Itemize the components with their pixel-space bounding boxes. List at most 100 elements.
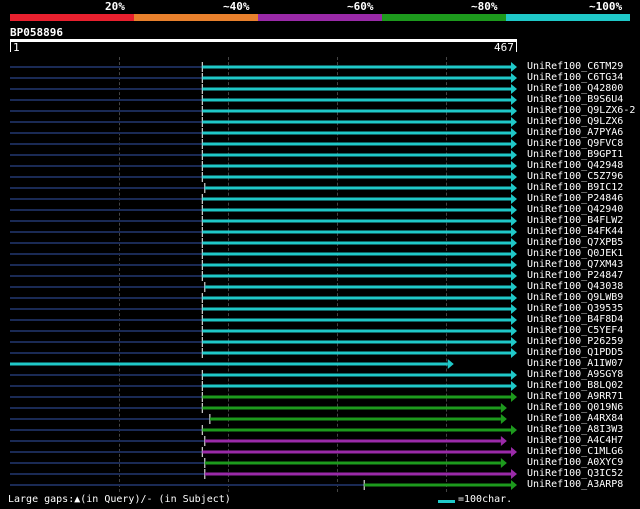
scale-tick-end (516, 42, 517, 52)
hit-arrow-icon (511, 205, 517, 215)
hit-graphic (10, 139, 517, 149)
hit-graphic (10, 414, 507, 424)
hit-arrow-icon (500, 414, 507, 424)
hit-graphic (10, 447, 517, 457)
footer-in-subject: (in Subject) (152, 494, 231, 505)
hit-graphic (10, 293, 517, 303)
hit-graphic (10, 183, 517, 193)
hit-arrow-icon (500, 436, 507, 446)
hit-arrow-icon (511, 293, 517, 303)
legend-label: 20% (105, 0, 125, 13)
hit-arrow-icon (500, 458, 507, 468)
hit-arrow-icon (511, 480, 517, 490)
scale-start-label: 1 (13, 41, 20, 54)
hit-graphic (10, 425, 517, 435)
hit-arrow-icon (511, 128, 517, 138)
legend-segment (134, 14, 258, 21)
legend-segment (10, 14, 134, 21)
hit-arrow-icon (511, 348, 517, 358)
hit-graphic (10, 73, 517, 83)
hit-arrow-icon (511, 73, 517, 83)
hit-graphic (10, 62, 517, 72)
hit-graphic (10, 458, 507, 468)
hit-row[interactable]: UniRef100_A3ARP8 (0, 478, 640, 491)
hit-graphic (10, 403, 507, 413)
hit-graphic (10, 370, 517, 380)
footer-in-query: (in Query)/- (80, 494, 153, 505)
hit-arrow-icon (511, 183, 517, 193)
hit-graphic (10, 150, 517, 160)
hit-arrow-icon (511, 370, 517, 380)
query-id: BP058896 (10, 26, 63, 39)
hit-graphic (10, 315, 517, 325)
hit-graphic (10, 95, 517, 105)
hit-arrow-icon (511, 84, 517, 94)
hit-graphic (10, 282, 517, 292)
hit-arrow-icon (511, 282, 517, 292)
hit-arrow-icon (511, 249, 517, 259)
hit-arrow-icon (511, 150, 517, 160)
legend-label: ~100% (589, 0, 623, 13)
hit-arrow-icon (511, 381, 517, 391)
hit-arrow-icon (511, 304, 517, 314)
hit-graphic (10, 194, 517, 204)
hit-graphic (10, 304, 517, 314)
scale-swatch (438, 500, 455, 503)
hit-graphic (10, 238, 517, 248)
hit-arrow-icon (447, 359, 454, 369)
hit-arrow-icon (511, 106, 517, 116)
hit-graphic (10, 84, 517, 94)
hit-graphic (10, 249, 517, 259)
legend-segment (506, 14, 630, 21)
hit-graphic (10, 128, 517, 138)
hit-graphic (10, 216, 517, 226)
hit-arrow-icon (511, 315, 517, 325)
hit-arrow-icon (511, 117, 517, 127)
hit-graphic (10, 117, 517, 127)
hit-graphic (10, 480, 517, 490)
hit-arrow-icon (511, 227, 517, 237)
hit-arrow-icon (511, 139, 517, 149)
hit-arrow-icon (511, 194, 517, 204)
hit-graphic (10, 161, 517, 171)
hit-arrow-icon (511, 469, 517, 479)
legend-label: ~40% (223, 0, 250, 13)
hit-arrow-icon (511, 161, 517, 171)
hit-arrow-icon (511, 326, 517, 336)
hit-arrow-icon (511, 425, 517, 435)
hit-arrow-icon (511, 271, 517, 281)
hit-arrow-icon (511, 216, 517, 226)
query-scale-bar (10, 39, 517, 42)
footer-scale-text: =100char. (458, 494, 513, 505)
hit-graphic (10, 271, 517, 281)
hit-label[interactable]: UniRef100_A3ARP8 (527, 478, 623, 491)
hit-arrow-icon (511, 62, 517, 72)
hit-arrow-icon (500, 403, 507, 413)
hit-arrow-icon (511, 172, 517, 182)
hit-arrow-icon (511, 337, 517, 347)
legend-segment (258, 14, 382, 21)
scale-tick-start (10, 42, 11, 52)
hit-graphic (10, 337, 517, 347)
hit-arrow-icon (511, 95, 517, 105)
hit-graphic (10, 172, 517, 182)
hit-graphic (10, 227, 517, 237)
legend-segment (382, 14, 506, 21)
hit-arrow-icon (511, 392, 517, 402)
footer-large-gaps: Large gaps: (8, 494, 75, 505)
hit-graphic (10, 260, 517, 270)
hit-graphic (10, 205, 517, 215)
hit-graphic (10, 469, 517, 479)
hit-graphic (10, 348, 517, 358)
hit-graphic (10, 381, 517, 391)
legend-label: ~80% (471, 0, 498, 13)
hit-arrow-icon (511, 260, 517, 270)
hit-graphic (10, 326, 517, 336)
hit-graphic (10, 359, 454, 369)
scale-end-label: 467 (494, 41, 514, 54)
hit-arrow-icon (511, 447, 517, 457)
hit-graphic (10, 106, 517, 116)
hit-arrow-icon (511, 238, 517, 248)
footer-gap-legend: Large gaps:▲(in Query)/- (in Subject) (8, 494, 231, 505)
hit-graphic (10, 392, 517, 402)
